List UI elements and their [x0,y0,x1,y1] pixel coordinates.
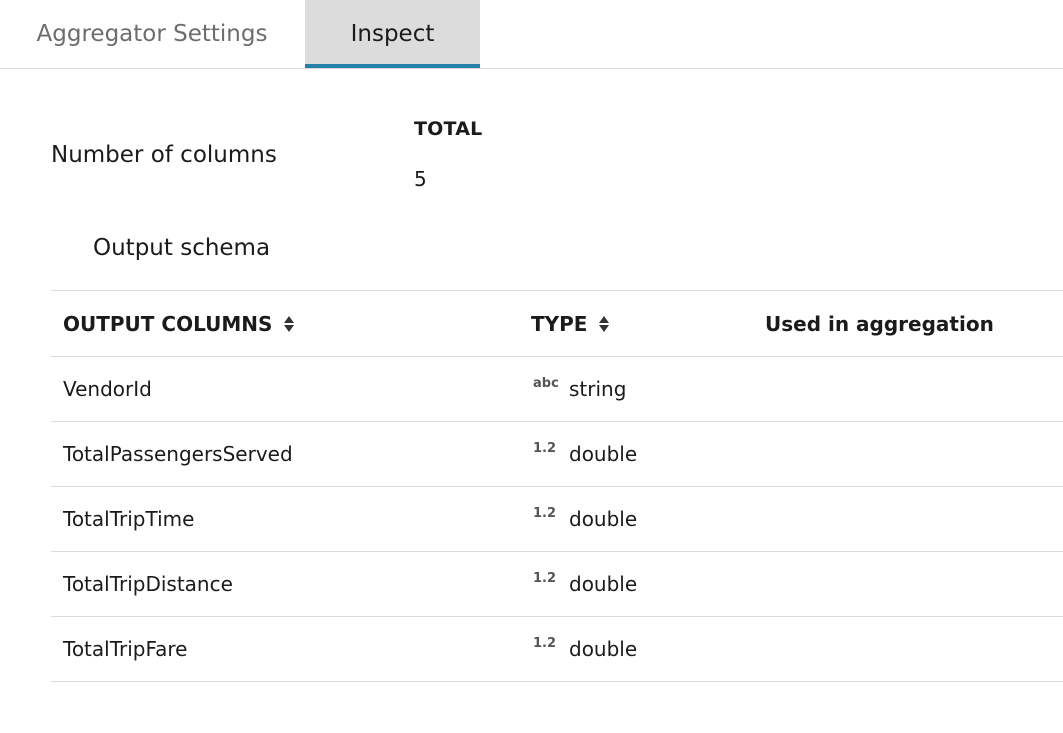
tab-bar: Aggregator Settings Inspect [0,0,1063,69]
sort-icon[interactable] [599,315,610,333]
column-type: 1.2 double [533,552,637,616]
total-value: 5 [414,167,427,191]
type-label: double [569,507,638,531]
tab-aggregator-settings[interactable]: Aggregator Settings [22,0,282,68]
type-label: double [569,442,638,466]
inspect-page: Aggregator Settings Inspect Number of co… [0,0,1063,733]
type-header[interactable]: TYPE [531,291,610,357]
column-type: 1.2 double [533,422,637,486]
output-schema-table: OUTPUT COLUMNS TYPE Used in aggregation … [51,290,1063,682]
column-name: TotalTripTime [63,507,195,531]
used-in-aggregation-header: Used in aggregation [765,312,994,336]
double-type-icon: 1.2 [533,570,557,586]
column-name: TotalPassengersServed [63,442,293,466]
total-header: TOTAL [414,118,483,140]
column-type: 1.2 double [533,487,637,551]
number-of-columns-label: Number of columns [51,142,277,168]
output-schema-title: Output schema [93,235,271,261]
type-label: double [569,637,638,661]
type-header-label: TYPE [531,312,588,336]
column-name: TotalTripDistance [63,572,233,596]
string-type-icon: abc [533,375,559,391]
double-type-icon: 1.2 [533,635,557,651]
sort-icon[interactable] [284,315,295,333]
type-label: string [569,377,627,401]
table-row: TotalTripTime 1.2 double [51,487,1063,552]
column-type: 1.2 double [533,617,637,681]
double-type-icon: 1.2 [533,505,557,521]
table-row: TotalTripFare 1.2 double [51,617,1063,682]
column-name: TotalTripFare [63,637,188,661]
table-row: TotalPassengersServed 1.2 double [51,422,1063,487]
output-columns-header[interactable]: OUTPUT COLUMNS [63,291,295,357]
table-row: VendorId abc string [51,357,1063,422]
output-columns-header-label: OUTPUT COLUMNS [63,312,273,336]
table-row: TotalTripDistance 1.2 double [51,552,1063,617]
tab-inspect[interactable]: Inspect [305,0,480,68]
table-header: OUTPUT COLUMNS TYPE Used in aggregation [51,291,1063,357]
column-type: abc string [533,357,626,421]
column-name: VendorId [63,377,152,401]
double-type-icon: 1.2 [533,440,557,456]
type-label: double [569,572,638,596]
